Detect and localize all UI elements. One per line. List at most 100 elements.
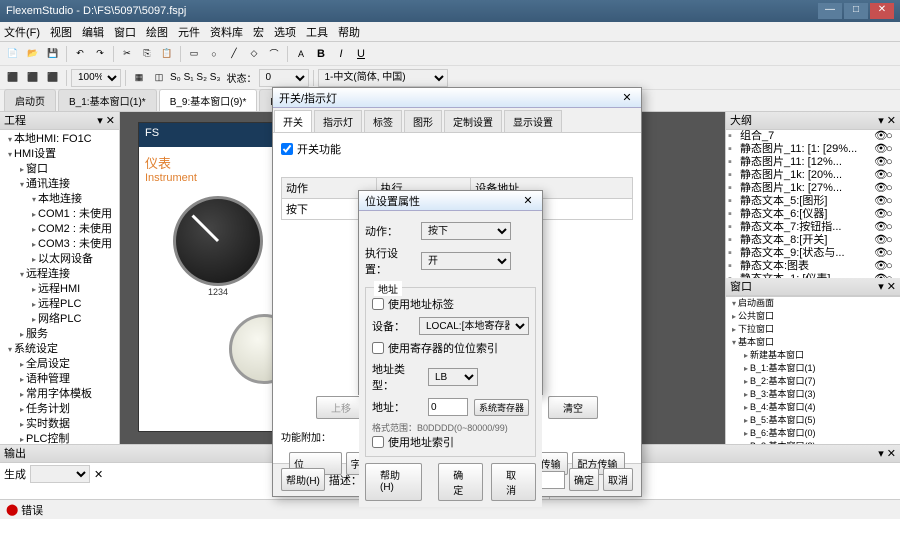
tree-item[interactable]: 远程连接 <box>2 267 117 282</box>
window-tree-item[interactable]: 基本窗口 <box>726 336 900 349</box>
tree-item[interactable]: 任务计划 <box>2 402 117 417</box>
window-tree-item[interactable]: B_8:基本窗口(8) <box>726 440 900 445</box>
tree-item[interactable]: 通讯连接 <box>2 177 117 192</box>
menu-library[interactable]: 资料库 <box>210 24 243 40</box>
zoom-select[interactable]: 100% <box>71 69 121 87</box>
tree-item[interactable]: HMI设置 <box>2 147 117 162</box>
use-tag-checkbox[interactable]: 使用地址标签 <box>372 296 529 312</box>
menu-options[interactable]: 选项 <box>274 24 296 40</box>
outline-list[interactable]: ▪组合_7👁○▪静态图片_11: [1: [29%...👁○▪静态图片_11: … <box>726 130 900 278</box>
window-tree-item[interactable]: B_2:基本窗口(7) <box>726 375 900 388</box>
align-left-icon[interactable]: ⬛ <box>4 69 22 87</box>
tree-item[interactable]: COM3 : 未使用 <box>2 237 117 252</box>
dlg2-ok-button[interactable]: 确定 <box>438 463 483 501</box>
text-icon[interactable]: A <box>292 45 310 63</box>
outline-row[interactable]: ▪静态文本_6:[仪器]👁○ <box>726 208 900 221</box>
dlg2-cancel-button[interactable]: 取消 <box>491 463 536 501</box>
menu-macro[interactable]: 宏 <box>253 24 264 40</box>
tab-start[interactable]: 启动页 <box>4 89 56 111</box>
new-icon[interactable]: 📄 <box>4 45 22 63</box>
menu-component[interactable]: 元件 <box>178 24 200 40</box>
paste-icon[interactable]: 📋 <box>158 45 176 63</box>
redo-icon[interactable]: ↷ <box>91 45 109 63</box>
window-tree[interactable]: 启动画面公共窗口下拉窗口基本窗口新建基本窗口B_1:基本窗口(1)B_2:基本窗… <box>726 296 900 445</box>
shape-rect-icon[interactable]: ▭ <box>185 45 203 63</box>
use-index-checkbox[interactable]: 使用寄存器的位位索引 <box>372 340 529 356</box>
tree-item[interactable]: 语种管理 <box>2 372 117 387</box>
tree-item[interactable]: 以太网设备 <box>2 252 117 267</box>
shape-arc-icon[interactable]: ⌒ <box>265 45 283 63</box>
window-panel-close-icon[interactable]: ▾ ✕ <box>878 278 896 295</box>
enable-switch-checkbox[interactable]: 开关功能 <box>281 141 633 157</box>
tree-item[interactable]: COM1 : 未使用 <box>2 207 117 222</box>
open-icon[interactable]: 📂 <box>24 45 42 63</box>
panel-pin-icon[interactable]: ▾ ✕ <box>97 112 115 129</box>
window-tree-item[interactable]: 下拉窗口 <box>726 323 900 336</box>
align-right-icon[interactable]: ⬛ <box>44 69 62 87</box>
tree-item[interactable]: 常用字体模板 <box>2 387 117 402</box>
outline-close-icon[interactable]: ▾ ✕ <box>878 112 896 129</box>
shape-circle-icon[interactable]: ○ <box>205 45 223 63</box>
window-tree-item[interactable]: B_6:基本窗口(0) <box>726 427 900 440</box>
tree-item[interactable]: 系统设定 <box>2 342 117 357</box>
dlg1-tab-graphic[interactable]: 图形 <box>404 110 442 132</box>
window-tree-item[interactable]: 启动画面 <box>726 297 900 310</box>
menu-file[interactable]: 文件(F) <box>4 24 40 40</box>
tree-item[interactable]: 远程PLC <box>2 297 117 312</box>
dlg1-tab-switch[interactable]: 开关 <box>274 110 312 132</box>
tree-item[interactable]: 网络PLC <box>2 312 117 327</box>
address-input[interactable] <box>428 398 468 416</box>
device-select[interactable]: LOCAL:[本地寄存器] <box>419 317 529 335</box>
dlg1-tab-custom[interactable]: 定制设置 <box>444 110 502 132</box>
undo-icon[interactable]: ↶ <box>71 45 89 63</box>
tree-item[interactable]: 窗口 <box>2 162 117 177</box>
window-tree-item[interactable]: 公共窗口 <box>726 310 900 323</box>
menu-window[interactable]: 窗口 <box>114 24 136 40</box>
tree-root[interactable]: 本地HMI: FO1C <box>2 132 117 147</box>
addr-type-select[interactable]: LB <box>428 368 478 386</box>
tab-b9[interactable]: B_9:基本窗口(9)* <box>159 89 258 111</box>
tree-item[interactable]: COM2 : 未使用 <box>2 222 117 237</box>
snap-icon[interactable]: ◫ <box>150 69 168 87</box>
menu-draw[interactable]: 绘图 <box>146 24 168 40</box>
dlg1-tab-display[interactable]: 显示设置 <box>504 110 562 132</box>
tree-item[interactable]: 实时数据 <box>2 417 117 432</box>
tree-item[interactable]: 本地连接 <box>2 192 117 207</box>
gauge-widget[interactable]: 1234 <box>173 196 263 286</box>
outline-row[interactable]: ▪静态文本_5:[图形]👁○ <box>726 195 900 208</box>
cut-icon[interactable]: ✂ <box>118 45 136 63</box>
italic-icon[interactable]: I <box>332 45 350 63</box>
shape-poly-icon[interactable]: ◇ <box>245 45 263 63</box>
language-select[interactable]: 1-中文(简体, 中国) <box>318 69 448 87</box>
tree-item[interactable]: 全局设定 <box>2 357 117 372</box>
outline-row[interactable]: ▪静态文本_7:按钮指...👁○ <box>726 221 900 234</box>
close-small-icon[interactable]: ✕ <box>94 468 103 481</box>
tree-item[interactable]: PLC控制 <box>2 432 117 444</box>
dlg1-ok-button[interactable]: 确定 <box>569 468 599 491</box>
bold-icon[interactable]: B <box>312 45 330 63</box>
dlg2-help-button[interactable]: 帮助 (H) <box>365 463 422 501</box>
outline-row[interactable]: ▪静态文本:图表👁○ <box>726 260 900 273</box>
outline-row[interactable]: ▪静态图片_11: [1: [29%...👁○ <box>726 143 900 156</box>
copy-icon[interactable]: ⎘ <box>138 45 156 63</box>
save-icon[interactable]: 💾 <box>44 45 62 63</box>
use-addr-index-checkbox[interactable]: 使用地址索引 <box>372 434 529 450</box>
dlg1-cancel-button[interactable]: 取消 <box>603 468 633 491</box>
action-select[interactable]: 按下 <box>421 222 511 240</box>
window-tree-item[interactable]: B_5:基本窗口(5) <box>726 414 900 427</box>
clear-button[interactable]: 清空 <box>548 396 598 419</box>
maximize-button[interactable]: □ <box>844 3 868 19</box>
grid-icon[interactable]: ▦ <box>130 69 148 87</box>
dlg1-help-button[interactable]: 帮助(H) <box>281 468 325 491</box>
outline-row[interactable]: ▪组合_7👁○ <box>726 130 900 143</box>
outline-row[interactable]: ▪静态图片_1k: [27%...👁○ <box>726 182 900 195</box>
window-tree-item[interactable]: B_1:基本窗口(1) <box>726 362 900 375</box>
window-tree-item[interactable]: 新建基本窗口 <box>726 349 900 362</box>
outline-row[interactable]: ▪静态图片_1k: [20%...👁○ <box>726 169 900 182</box>
outline-row[interactable]: ▪静态图片_11: [12%...👁○ <box>726 156 900 169</box>
outline-row[interactable]: ▪静态文本_8:[开关]👁○ <box>726 234 900 247</box>
minimize-button[interactable]: — <box>818 3 842 19</box>
underline-icon[interactable]: U <box>352 45 370 63</box>
tree-item[interactable]: 远程HMI <box>2 282 117 297</box>
tab-b1[interactable]: B_1:基本窗口(1)* <box>58 89 157 111</box>
